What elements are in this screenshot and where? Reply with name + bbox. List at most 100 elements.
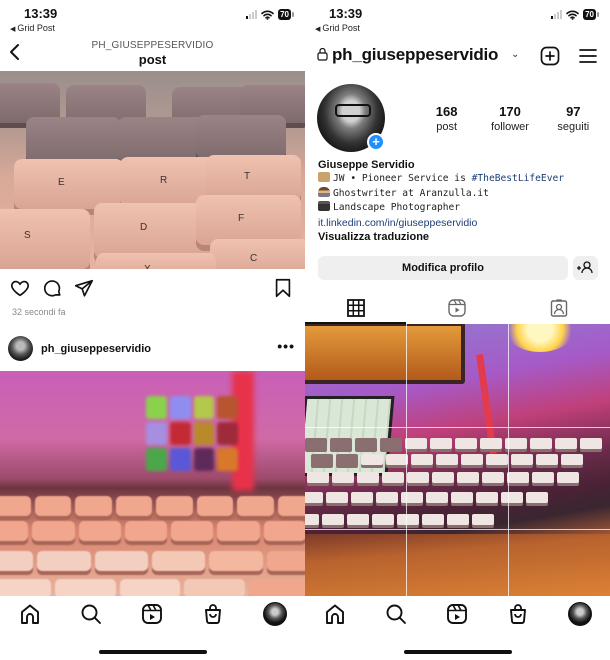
camera-emoji-icon (318, 201, 330, 212)
search-icon[interactable] (384, 602, 408, 626)
keyboard-row (0, 579, 305, 596)
search-icon[interactable] (79, 602, 103, 626)
keyboard-row (0, 551, 305, 571)
avatar[interactable] (8, 336, 33, 361)
grid-icon (347, 299, 365, 317)
post-actions (0, 277, 305, 301)
bio-line: Landscape Photographer (318, 201, 603, 215)
status-icons: 70 (246, 9, 294, 20)
page-title: post (138, 52, 167, 67)
home-indicator[interactable] (99, 650, 207, 654)
lock-icon (317, 47, 328, 61)
keycap-c: C (210, 239, 305, 269)
shop-icon[interactable] (506, 602, 530, 626)
header-username: PH_GIUSEPPESERVIDIO (91, 40, 214, 51)
stat-value: 168 (435, 104, 458, 119)
bookmark-icon[interactable] (272, 277, 294, 299)
post-photo-keyboard[interactable]: E R T S D F C X (0, 71, 305, 269)
tab-grid[interactable] (305, 296, 405, 322)
crop-gridline (406, 324, 407, 596)
keycap (196, 115, 286, 159)
stat-label: post (436, 121, 458, 133)
shop-icon[interactable] (201, 602, 225, 626)
keyboard-row (305, 514, 494, 525)
profile-bio: Giuseppe Servidio JW • Pioneer Service i… (318, 158, 603, 244)
tab-tagged[interactable] (508, 296, 608, 322)
stat-label: follower (491, 121, 529, 133)
back-triangle-icon: ◀ (315, 26, 321, 33)
stat-followers[interactable]: 170 follower (480, 104, 540, 133)
chevron-down-icon[interactable]: ⌄ (511, 49, 519, 60)
more-options-icon[interactable]: ••• (277, 338, 295, 354)
reels-icon (448, 299, 466, 317)
heart-icon[interactable] (9, 277, 31, 299)
share-icon[interactable] (73, 277, 95, 299)
keycap-s: S (0, 209, 90, 269)
status-icons: 70 (551, 9, 599, 20)
keycap (26, 117, 121, 163)
see-translation-link[interactable]: Visualizza traduzione (318, 230, 603, 244)
book-emoji-icon (318, 172, 330, 183)
reels-icon[interactable] (140, 602, 164, 626)
home-icon[interactable] (323, 602, 347, 626)
crop-gridline (508, 324, 509, 596)
status-time: 13:39 (24, 6, 58, 21)
keyboard-row (305, 438, 602, 449)
post-header: PH_GIUSEPPESERVIDIO post (0, 36, 305, 70)
bio-line: Ghostwriter at Aranzulla.it (318, 186, 603, 201)
reels-icon[interactable] (445, 602, 469, 626)
crop-gridline (305, 529, 610, 530)
home-icon[interactable] (18, 602, 42, 626)
bottom-nav (0, 598, 305, 630)
status-bar: 13:39 ◀ Grid Post 70 (305, 0, 610, 36)
home-indicator[interactable] (404, 650, 512, 654)
back-app-label: Grid Post (17, 23, 55, 33)
keyboard (305, 434, 610, 544)
create-post-icon[interactable] (540, 46, 560, 66)
stat-posts[interactable]: 168 post (417, 104, 477, 133)
stat-following[interactable]: 97 seguiti (543, 104, 603, 133)
keycap-e: E (14, 159, 124, 209)
profile-grid-post[interactable] (305, 324, 610, 596)
edit-profile-button[interactable]: Modifica profilo (318, 256, 568, 280)
profile-screen: 13:39 ◀ Grid Post 70 ph_giuseppeservidio … (305, 0, 610, 660)
post-photo-desk[interactable] (0, 371, 305, 596)
comment-icon[interactable] (41, 277, 63, 299)
lamp-light (505, 324, 575, 352)
status-bar: 13:39 ◀ Grid Post 70 (0, 0, 305, 36)
profile-avatar-tab[interactable] (568, 602, 592, 626)
stat-value: 97 (566, 104, 581, 119)
bio-website-link[interactable]: it.linkedin.com/in/giuseppeservidio (318, 216, 603, 230)
back-to-app-link[interactable]: ◀ Grid Post (10, 23, 55, 33)
keycap-x: X (96, 253, 216, 269)
hamburger-menu-icon[interactable] (579, 47, 597, 65)
keycap-f: F (196, 195, 301, 245)
display-name: Giuseppe Servidio (318, 159, 415, 171)
post-username[interactable]: ph_giuseppeservidio (41, 343, 151, 355)
profile-header: ph_giuseppeservidio ⌄ (305, 36, 610, 76)
profile-tabs (305, 296, 610, 322)
stat-label: seguiti (557, 121, 590, 133)
signal-icon (551, 10, 563, 19)
profile-username[interactable]: ph_giuseppeservidio (332, 45, 498, 65)
crop-gridline (305, 427, 610, 428)
technologist-emoji-icon (318, 186, 330, 197)
add-story-button[interactable]: + (367, 133, 385, 151)
back-app-label: Grid Post (322, 23, 360, 33)
back-to-app-link[interactable]: ◀ Grid Post (315, 23, 360, 33)
profile-avatar-tab[interactable] (263, 602, 287, 626)
next-post-header: ph_giuseppeservidio ••• (0, 334, 305, 364)
stat-value: 170 (499, 104, 521, 119)
profile-stats: 168 post 170 follower 97 seguiti (415, 104, 605, 133)
post-timestamp: 32 secondi fa (12, 307, 66, 317)
keycap-d: D (94, 203, 209, 258)
discover-people-button[interactable] (573, 256, 598, 280)
keyboard-row (307, 472, 579, 483)
back-triangle-icon: ◀ (10, 26, 16, 33)
keyboard-row (305, 492, 548, 503)
wifi-icon (261, 10, 274, 20)
hashtag-link[interactable]: #TheBestLifeEver (472, 173, 564, 184)
battery-indicator: 70 (583, 9, 599, 20)
tab-reels[interactable] (406, 296, 506, 322)
post-view-screen: 13:39 ◀ Grid Post 70 PH_GIUSEPPESERVIDIO … (0, 0, 305, 660)
